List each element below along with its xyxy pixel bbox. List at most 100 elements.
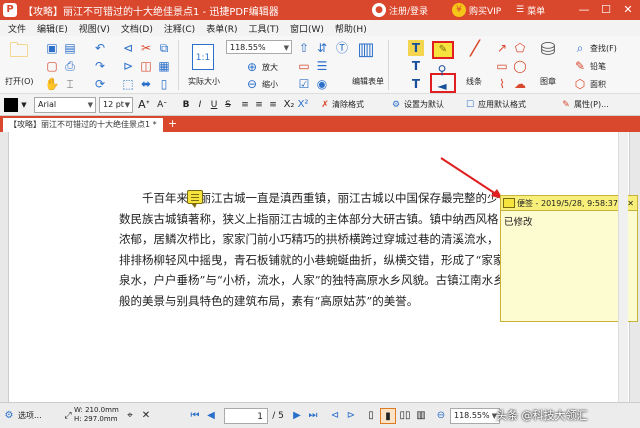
rectangle-icon[interactable]: ▭ xyxy=(494,58,510,74)
sound-icon[interactable]: ◄ xyxy=(434,78,450,94)
area-label[interactable]: 面积 xyxy=(590,79,606,90)
stamp-label[interactable]: 图章 xyxy=(540,76,556,87)
bold-icon[interactable]: B xyxy=(180,97,192,113)
line-icon[interactable]: ⁄ xyxy=(460,39,490,72)
note-popup-header[interactable]: 便签 - 2019/5/28, 9:58:37 ✕ xyxy=(501,196,637,211)
single-page-icon[interactable]: ▯ xyxy=(156,76,172,92)
new-file-icon[interactable]: ▢ xyxy=(44,58,60,74)
underline-icon[interactable]: U xyxy=(208,97,220,113)
close-button[interactable]: ✕ xyxy=(618,0,638,20)
login-link[interactable]: ● 注册/登录 xyxy=(372,0,428,20)
menu-file[interactable]: 文件 xyxy=(8,22,26,35)
actual-size-icon[interactable]: 1:1 xyxy=(192,44,214,70)
ellipse-icon[interactable]: ◯ xyxy=(512,58,528,74)
continuous-view-icon[interactable]: ▮ xyxy=(380,408,396,424)
sticky-note-icon[interactable]: ✎ xyxy=(432,41,454,59)
open-label[interactable]: 打开(O) xyxy=(5,76,34,87)
minimize-button[interactable]: — xyxy=(574,0,594,20)
menu-tools[interactable]: 工具(T) xyxy=(248,22,279,35)
menu-view[interactable]: 视图(V) xyxy=(79,22,110,35)
text-field-icon[interactable]: Ⓣ xyxy=(334,40,350,56)
redo-icon[interactable]: ↷ xyxy=(92,58,108,74)
color-swatch[interactable] xyxy=(4,98,18,112)
document-paragraph[interactable]: 千百年来，丽江古城一直是滇西重镇，丽江古城以中国保存最完整的少数民族古城镇著称，… xyxy=(119,188,509,311)
apply-default-button[interactable]: 应用默认格式 xyxy=(478,97,550,113)
note-content[interactable]: 已修改 xyxy=(504,214,533,228)
polyline-icon[interactable]: ⌇ xyxy=(494,76,510,92)
previous-page-icon[interactable]: ◀ xyxy=(204,408,218,424)
facing-view-icon[interactable]: ▯▯ xyxy=(398,408,412,424)
zoom-out-label[interactable]: 缩小 xyxy=(262,79,278,90)
save-icon[interactable]: ▣ xyxy=(44,40,60,56)
fit-width-icon[interactable]: ⬌ xyxy=(138,76,154,92)
document-tab[interactable]: 【攻略】丽江不可错过的十大绝佳景点1 * xyxy=(3,118,163,132)
print-icon[interactable]: ⎙ xyxy=(62,58,78,74)
strikethrough-icon[interactable]: S xyxy=(222,97,234,113)
menu-comment[interactable]: 注释(C) xyxy=(164,22,195,35)
text-box-icon[interactable]: T xyxy=(408,58,424,74)
align-center-icon[interactable]: ≡ xyxy=(252,97,266,113)
zoom-out-icon[interactable]: ⊖ xyxy=(244,76,260,92)
hand-tool-icon[interactable]: ✋ xyxy=(44,76,60,92)
page-up-icon[interactable]: ⇧ xyxy=(296,40,312,56)
options-button[interactable]: 选项... xyxy=(18,408,58,424)
align-right-icon[interactable]: ≡ xyxy=(266,97,280,113)
attach-file-icon[interactable]: ⚲ xyxy=(434,62,450,78)
rotate-icon[interactable]: ⟳ xyxy=(92,76,108,92)
snapshot-icon[interactable]: ◫ xyxy=(138,58,154,74)
arrow-icon[interactable]: ↗ xyxy=(494,40,510,56)
shrink-font-icon[interactable]: Aᐨ xyxy=(155,97,169,113)
grow-font-icon[interactable]: Aᐩ xyxy=(137,97,151,113)
set-default-button[interactable]: 设置为默认 xyxy=(404,97,462,113)
set-default-icon[interactable]: ⚙ xyxy=(390,97,402,113)
status-zoom-select[interactable]: 118.55% ▼ xyxy=(450,408,500,424)
form-field-icon[interactable]: ▭ xyxy=(296,58,312,74)
paste-icon[interactable]: ▦ xyxy=(156,58,172,74)
close-note-icon[interactable]: ✕ xyxy=(627,196,634,210)
align-left-icon[interactable]: ≡ xyxy=(238,97,252,113)
zoom-out-status-icon[interactable]: ⊖ xyxy=(434,408,448,424)
superscript-icon[interactable]: X² xyxy=(296,97,310,113)
edit-form-icon[interactable]: ▥ xyxy=(354,41,378,66)
first-page-icon[interactable]: ⏮ xyxy=(188,408,202,424)
history-back-icon[interactable]: ⊲ xyxy=(328,408,342,424)
menu-document[interactable]: 文档(D) xyxy=(121,22,153,35)
page-number-input[interactable]: 1 xyxy=(224,408,268,424)
menu-window[interactable]: 窗口(W) xyxy=(290,22,324,35)
forward-icon[interactable]: ⊳ xyxy=(120,58,136,74)
line-label[interactable]: 线条 xyxy=(466,76,482,87)
menu-form[interactable]: 表单(R) xyxy=(206,22,237,35)
open-folder-icon[interactable]: 🗀 xyxy=(6,40,32,64)
next-page-icon[interactable]: ▶ xyxy=(290,408,304,424)
polygon-icon[interactable]: ⬠ xyxy=(512,40,528,56)
typewriter-icon[interactable]: T xyxy=(408,40,424,56)
cut-icon[interactable]: ✂ xyxy=(138,40,154,56)
menu-edit[interactable]: 编辑(E) xyxy=(37,22,68,35)
apply-default-icon[interactable]: ☐ xyxy=(464,97,476,113)
zoom-in-icon[interactable]: ⊕ xyxy=(244,59,260,75)
actual-size-label[interactable]: 实际大小 xyxy=(188,76,220,87)
clear-format-button[interactable]: 清除格式 xyxy=(332,97,388,113)
copy-icon[interactable]: ⧉ xyxy=(156,40,172,56)
menu-help[interactable]: 帮助(H) xyxy=(335,22,367,35)
pencil-label[interactable]: 铅笔 xyxy=(590,61,606,72)
history-forward-icon[interactable]: ⊳ xyxy=(344,408,358,424)
callout-icon[interactable]: T xyxy=(408,76,424,92)
find-icon[interactable]: ⌕ xyxy=(572,40,588,56)
fit-page-icon[interactable]: ⬚ xyxy=(120,76,136,92)
find-label[interactable]: 查找(F) xyxy=(590,43,617,54)
radio-icon[interactable]: ◉ xyxy=(314,76,330,92)
last-page-icon[interactable]: ⏭ xyxy=(306,408,320,424)
zoom-select[interactable]: 118.55% ▼ xyxy=(226,40,292,54)
pencil-icon[interactable]: ✎ xyxy=(572,58,588,74)
properties-button[interactable]: 属性(P)... xyxy=(574,97,634,113)
checkbox-icon[interactable]: ☑ xyxy=(296,76,312,92)
save-as-icon[interactable]: ▤ xyxy=(62,40,78,56)
single-page-view-icon[interactable]: ▯ xyxy=(364,408,378,424)
properties-icon[interactable]: ✎ xyxy=(560,97,572,113)
back-icon[interactable]: ⊲ xyxy=(120,40,136,56)
font-select[interactable]: Arial ▼ xyxy=(34,97,96,113)
clear-format-icon[interactable]: ✗ xyxy=(319,97,331,113)
select-text-icon[interactable]: ⌶ xyxy=(62,76,78,92)
maximize-button[interactable]: ☐ xyxy=(596,0,616,20)
